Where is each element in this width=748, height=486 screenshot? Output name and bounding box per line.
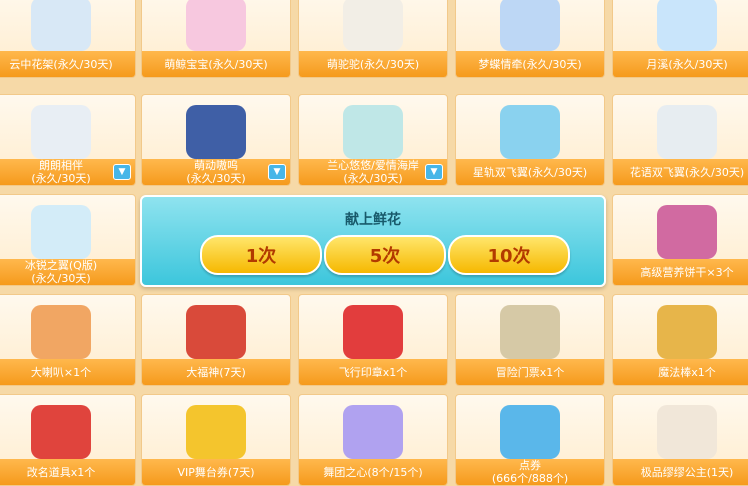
heart-gem-icon bbox=[343, 405, 403, 459]
chevron-down-icon[interactable]: ▼ bbox=[425, 164, 443, 180]
outfit-pair-icon bbox=[186, 105, 246, 159]
item-card[interactable]: 萌驼驼(永久/30天) bbox=[298, 0, 448, 78]
ice-wings-icon bbox=[31, 205, 91, 259]
item-label: 梦蝶情牵(永久/30天) bbox=[456, 51, 604, 77]
panel-title: 献上鲜花 bbox=[345, 212, 401, 228]
item-label: 高级营养饼干×3个 bbox=[613, 259, 748, 285]
item-label: 云中花架(永久/30天) bbox=[0, 51, 135, 77]
item-card[interactable]: 花语双飞翼(永久/30天) bbox=[612, 94, 748, 186]
outfit-icon bbox=[31, 105, 91, 159]
scroll-ticket-icon bbox=[500, 305, 560, 359]
item-label: 舞团之心(8个/15个) bbox=[299, 459, 447, 485]
coupon-icon bbox=[500, 405, 560, 459]
item-label: 冒险门票x1个 bbox=[456, 359, 604, 385]
flower-arch-icon bbox=[31, 0, 91, 51]
item-card[interactable]: 高级营养饼干×3个 bbox=[612, 194, 748, 286]
butterfly-icon bbox=[500, 0, 560, 51]
item-label: 萌驼驼(永久/30天) bbox=[299, 51, 447, 77]
winged-horse-icon bbox=[657, 0, 717, 51]
item-label: 改名道具x1个 bbox=[0, 459, 135, 485]
magic-wand-icon bbox=[657, 305, 717, 359]
item-label: 花语双飞翼(永久/30天) bbox=[613, 159, 748, 185]
offer-1-button[interactable]: 1次 bbox=[200, 235, 322, 275]
chevron-down-icon[interactable]: ▼ bbox=[113, 164, 131, 180]
outfit-swim-icon bbox=[343, 105, 403, 159]
item-card[interactable]: VIP舞台券(7天) bbox=[141, 394, 291, 486]
item-card[interactable]: 大喇叭×1个 bbox=[0, 294, 136, 386]
item-card[interactable]: 朗朗相伴 (永久/30天) ▼ bbox=[0, 94, 136, 186]
offer-10-button[interactable]: 10次 bbox=[448, 235, 570, 275]
item-card[interactable]: 月溪(永久/30天) bbox=[612, 0, 748, 78]
loudspeaker-icon bbox=[31, 305, 91, 359]
wings-icon bbox=[657, 105, 717, 159]
item-card[interactable]: 舞团之心(8个/15个) bbox=[298, 394, 448, 486]
wings-icon bbox=[500, 105, 560, 159]
item-label: VIP舞台券(7天) bbox=[142, 459, 290, 485]
item-card[interactable]: 兰心悠悠/爱情海岸 (永久/30天) ▼ bbox=[298, 94, 448, 186]
item-card[interactable]: 冰锐之翼(Q版) (永久/30天) bbox=[0, 194, 136, 286]
item-label: 星轨双飞翼(永久/30天) bbox=[456, 159, 604, 185]
chevron-down-icon[interactable]: ▼ bbox=[268, 164, 286, 180]
item-label: 大喇叭×1个 bbox=[0, 359, 135, 385]
item-label: 萌鲸宝宝(永久/30天) bbox=[142, 51, 290, 77]
baby-whale-icon bbox=[186, 0, 246, 51]
item-label: 大福神(7天) bbox=[142, 359, 290, 385]
item-card[interactable]: 极品缪缪公主(1天) bbox=[612, 394, 748, 486]
ticket-icon bbox=[657, 205, 717, 259]
vip-ticket-icon bbox=[186, 405, 246, 459]
item-card[interactable]: 飞行印章x1个 bbox=[298, 294, 448, 386]
item-card[interactable]: 云中花架(永久/30天) bbox=[0, 0, 136, 78]
rename-card-icon bbox=[31, 405, 91, 459]
item-label: 飞行印章x1个 bbox=[299, 359, 447, 385]
item-card[interactable]: 冒险门票x1个 bbox=[455, 294, 605, 386]
item-card[interactable]: 魔法棒x1个 bbox=[612, 294, 748, 386]
item-card[interactable]: 大福神(7天) bbox=[141, 294, 291, 386]
egg-icon bbox=[657, 405, 717, 459]
alpaca-icon bbox=[343, 0, 403, 51]
item-label: 魔法棒x1个 bbox=[613, 359, 748, 385]
item-label: 月溪(永久/30天) bbox=[613, 51, 748, 77]
item-label: 极品缪缪公主(1天) bbox=[613, 459, 748, 485]
item-label: 冰锐之翼(Q版) (永久/30天) bbox=[0, 259, 135, 285]
offer-flowers-panel: 献上鲜花 1次 5次 10次 bbox=[140, 195, 606, 287]
item-card[interactable]: 点券 (666个/888个) bbox=[455, 394, 605, 486]
item-label: 点券 (666个/888个) bbox=[456, 459, 604, 485]
offer-5-button[interactable]: 5次 bbox=[324, 235, 446, 275]
seal-stamp-icon bbox=[343, 305, 403, 359]
item-card[interactable]: 萌鲸宝宝(永久/30天) bbox=[141, 0, 291, 78]
item-card[interactable]: 梦蝶情牵(永久/30天) bbox=[455, 0, 605, 78]
fortune-god-icon bbox=[186, 305, 246, 359]
item-card[interactable]: 改名道具x1个 bbox=[0, 394, 136, 486]
item-card[interactable]: 萌动嗷呜 (永久/30天) ▼ bbox=[141, 94, 291, 186]
item-card[interactable]: 星轨双飞翼(永久/30天) bbox=[455, 94, 605, 186]
